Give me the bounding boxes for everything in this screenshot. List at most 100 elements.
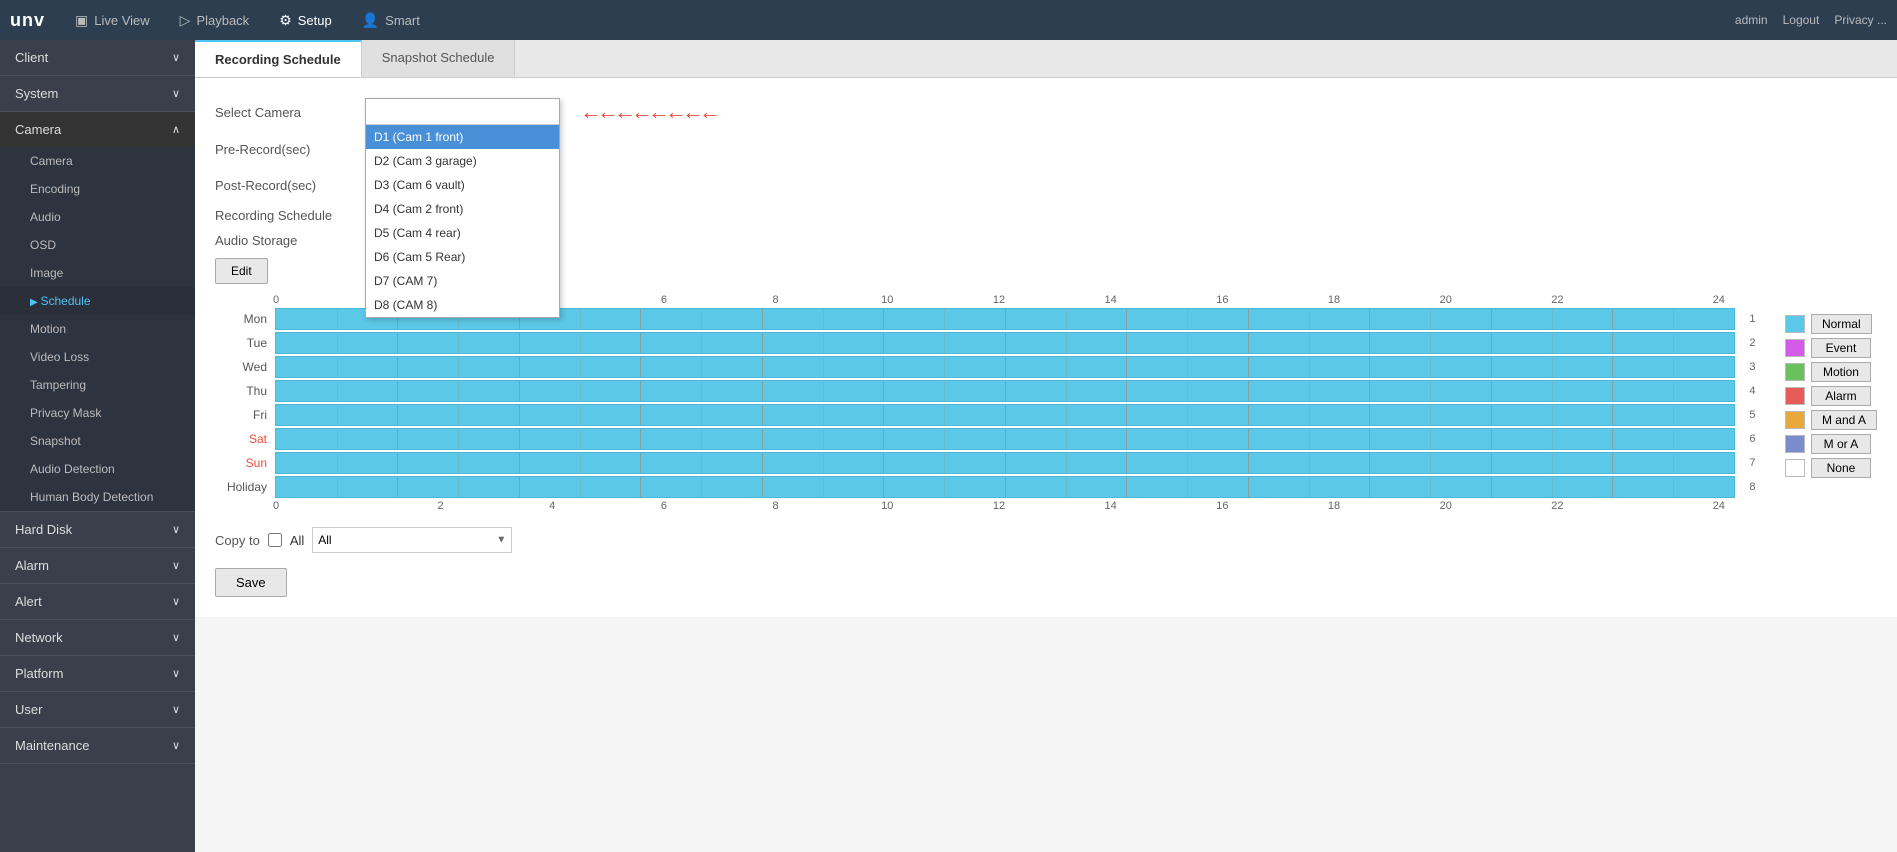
camera-option-d1[interactable]: D1 (Cam 1 front) — [366, 125, 559, 149]
sidebar-user-label: User — [15, 702, 42, 717]
grid-line — [580, 477, 581, 497]
sidebar-item-encoding[interactable]: Encoding — [0, 175, 195, 203]
grid-line — [580, 453, 581, 473]
day-cells-thu[interactable] — [275, 380, 1735, 402]
day-cells-sat[interactable] — [275, 428, 1735, 450]
grid-line — [1612, 333, 1613, 353]
grid-line — [1491, 381, 1492, 401]
legend-none-color — [1785, 459, 1805, 477]
sidebar-section-camera-header[interactable]: Camera ∧ — [0, 112, 195, 147]
grid-line — [1248, 357, 1249, 377]
legend-alarm-btn[interactable]: Alarm — [1811, 386, 1871, 406]
legend-normal-color — [1785, 315, 1805, 333]
grid-line — [944, 405, 945, 425]
sidebar-item-human-body-detection[interactable]: Human Body Detection — [0, 483, 195, 511]
tab-snapshot-schedule[interactable]: Snapshot Schedule — [362, 40, 516, 77]
grid-line — [762, 429, 763, 449]
legend-m-or-a-btn[interactable]: M or A — [1811, 434, 1871, 454]
sidebar-section-maintenance-header[interactable]: Maintenance ∨ — [0, 728, 195, 763]
grid-line — [701, 309, 702, 329]
sidebar-item-audio-detection[interactable]: Audio Detection — [0, 455, 195, 483]
arrow-annotation: ←←←←←←←← — [580, 99, 716, 125]
day-cells-holiday[interactable] — [275, 476, 1735, 498]
sidebar-item-tampering[interactable]: Tampering — [0, 371, 195, 399]
sidebar-item-osd[interactable]: OSD — [0, 231, 195, 259]
sidebar-item-privacy-mask[interactable]: Privacy Mask — [0, 399, 195, 427]
nav-smart[interactable]: 👤 Smart — [362, 12, 420, 29]
grid-line — [580, 333, 581, 353]
day-label-tue: Tue — [215, 336, 275, 350]
sidebar: Client ∨ System ∨ Camera ∧ Camera Encodi… — [0, 40, 195, 852]
nav-setup[interactable]: ⚙ Setup — [279, 12, 332, 29]
save-row: Save — [215, 553, 1877, 597]
legend-normal-btn[interactable]: Normal — [1811, 314, 1872, 334]
sidebar-section-alert-header[interactable]: Alert ∨ — [0, 584, 195, 619]
sidebar-item-image[interactable]: Image — [0, 259, 195, 287]
grid-line — [1552, 405, 1553, 425]
sidebar-section-network-header[interactable]: Network ∨ — [0, 620, 195, 655]
grid-line — [762, 309, 763, 329]
copy-all-checkbox[interactable] — [268, 533, 282, 547]
sidebar-item-motion[interactable]: Motion — [0, 315, 195, 343]
copy-select[interactable]: All — [312, 527, 512, 553]
legend-m-or-a-color — [1785, 435, 1805, 453]
grid-line — [944, 453, 945, 473]
sidebar-section-user-header[interactable]: User ∨ — [0, 692, 195, 727]
edit-button[interactable]: Edit — [215, 258, 268, 284]
camera-option-d6[interactable]: D6 (Cam 5 Rear) — [366, 245, 559, 269]
privacy-btn[interactable]: Privacy ... — [1834, 13, 1887, 27]
camera-option-d3[interactable]: D3 (Cam 6 vault) — [366, 173, 559, 197]
grid-line — [1673, 381, 1674, 401]
sidebar-item-snapshot[interactable]: Snapshot — [0, 427, 195, 455]
grid-line — [1066, 381, 1067, 401]
sidebar-item-video-loss[interactable]: Video Loss — [0, 343, 195, 371]
sidebar-section-alarm-header[interactable]: Alarm ∨ — [0, 548, 195, 583]
copy-all-label: All — [290, 533, 304, 548]
grid-line — [883, 357, 884, 377]
legend-none-btn[interactable]: None — [1811, 458, 1871, 478]
grid-line — [640, 405, 641, 425]
sidebar-item-schedule[interactable]: Schedule — [0, 287, 195, 315]
grid-line — [701, 453, 702, 473]
sidebar-item-audio[interactable]: Audio — [0, 203, 195, 231]
camera-search-input[interactable] — [366, 99, 559, 125]
sidebar-section-hard-disk-header[interactable]: Hard Disk ∨ — [0, 512, 195, 547]
camera-option-d8[interactable]: D8 (CAM 8) — [366, 293, 559, 317]
legend-normal: Normal — [1785, 314, 1877, 334]
grid-line — [1005, 477, 1006, 497]
legend-event-btn[interactable]: Event — [1811, 338, 1871, 358]
grid-line — [1187, 381, 1188, 401]
grid-line — [1552, 477, 1553, 497]
grid-line — [1369, 405, 1370, 425]
select-camera-label: Select Camera — [215, 105, 365, 120]
day-cells-tue[interactable] — [275, 332, 1735, 354]
grid-line — [944, 309, 945, 329]
sidebar-section-client-header[interactable]: Client ∨ — [0, 40, 195, 75]
nav-playback[interactable]: ▷ Playback — [180, 12, 250, 29]
camera-option-d5[interactable]: D5 (Cam 4 rear) — [366, 221, 559, 245]
logout-btn[interactable]: Logout — [1783, 13, 1820, 27]
sidebar-section-platform-header[interactable]: Platform ∨ — [0, 656, 195, 691]
grid-line — [1491, 429, 1492, 449]
day-cells-fri[interactable] — [275, 404, 1735, 426]
sidebar-item-camera[interactable]: Camera — [0, 147, 195, 175]
legend-m-and-a-btn[interactable]: M and A — [1811, 410, 1877, 430]
nav-live-view[interactable]: ▣ Live View — [75, 12, 150, 29]
grid-line — [762, 453, 763, 473]
sidebar-section-system-header[interactable]: System ∨ — [0, 76, 195, 111]
grid-line — [1248, 333, 1249, 353]
legend-motion-btn[interactable]: Motion — [1811, 362, 1871, 382]
grid-line — [519, 381, 520, 401]
camera-select-container: D1 (Cam 1 front) ▲ D1 (Cam 1 front) D2 (… — [365, 98, 560, 126]
day-cells-wed[interactable] — [275, 356, 1735, 378]
camera-option-d4[interactable]: D4 (Cam 2 front) — [366, 197, 559, 221]
content-area: Select Camera D1 (Cam 1 front) ▲ D1 (Cam… — [195, 78, 1897, 617]
camera-option-d2[interactable]: D2 (Cam 3 garage) — [366, 149, 559, 173]
day-cells-sun[interactable] — [275, 452, 1735, 474]
save-button[interactable]: Save — [215, 568, 287, 597]
camera-option-d7[interactable]: D7 (CAM 7) — [366, 269, 559, 293]
grid-line — [640, 429, 641, 449]
tab-recording-schedule[interactable]: Recording Schedule — [195, 40, 362, 77]
legend: Normal Event Motion Alarm — [1785, 314, 1877, 478]
hour-8: 8 — [720, 294, 832, 306]
